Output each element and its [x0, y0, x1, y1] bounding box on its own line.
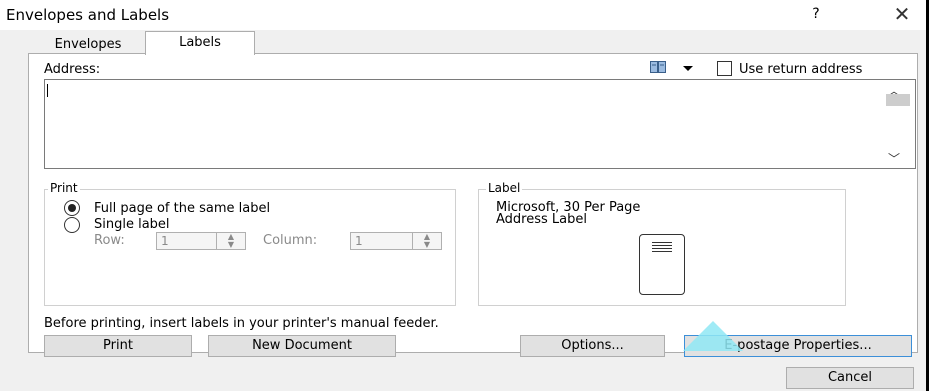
print-group-legend: Print: [48, 181, 80, 195]
full-page-label[interactable]: Full page of the same label: [94, 201, 270, 216]
cancel-button[interactable]: Cancel: [786, 367, 914, 389]
tab-envelopes[interactable]: Envelopes: [30, 36, 146, 54]
title-bar: Envelopes and Labels ? ✕: [0, 0, 926, 30]
row-stepper-arrows-icon[interactable]: ▲ ▼: [216, 233, 245, 249]
close-icon[interactable]: ✕: [887, 2, 917, 26]
use-return-address-label[interactable]: Use return address: [739, 62, 862, 77]
address-book-icon[interactable]: [650, 61, 666, 73]
label-group-legend: Label: [486, 181, 523, 195]
column-stepper-arrows-icon[interactable]: ▲ ▼: [412, 233, 441, 249]
single-label-radio[interactable]: [64, 217, 80, 233]
printer-hint-text: Before printing, insert labels in your p…: [44, 316, 439, 331]
label-preview-icon[interactable]: [639, 234, 685, 295]
mouse-cursor-icon: [683, 321, 743, 351]
tab-labels[interactable]: Labels: [145, 31, 255, 55]
scroll-down-icon[interactable]: ﹀: [888, 150, 900, 167]
row-label: Row:: [94, 233, 125, 248]
address-label: Address:: [44, 62, 101, 77]
text-caret: [47, 84, 48, 97]
dialog-title: Envelopes and Labels: [6, 6, 170, 24]
scroll-thumb[interactable]: [886, 94, 910, 106]
new-document-button[interactable]: New Document: [208, 335, 396, 357]
full-page-radio[interactable]: [64, 200, 80, 216]
column-label: Column:: [263, 233, 318, 248]
row-value: 1: [161, 234, 169, 248]
column-stepper[interactable]: 1 ▲ ▼: [350, 232, 442, 250]
print-button[interactable]: Print: [44, 335, 192, 357]
column-value: 1: [355, 234, 363, 248]
row-stepper[interactable]: 1 ▲ ▼: [156, 232, 246, 250]
envelopes-labels-dialog: Envelopes and Labels ? ✕ Envelopes Label…: [0, 0, 929, 391]
use-return-address-checkbox[interactable]: [717, 61, 732, 76]
help-button[interactable]: ?: [804, 6, 828, 22]
address-textarea[interactable]: [44, 79, 916, 169]
label-type-text[interactable]: Address Label: [496, 212, 587, 227]
single-label-label[interactable]: Single label: [94, 217, 170, 232]
chevron-down-icon[interactable]: [683, 66, 693, 71]
options-button[interactable]: Options...: [520, 335, 665, 357]
